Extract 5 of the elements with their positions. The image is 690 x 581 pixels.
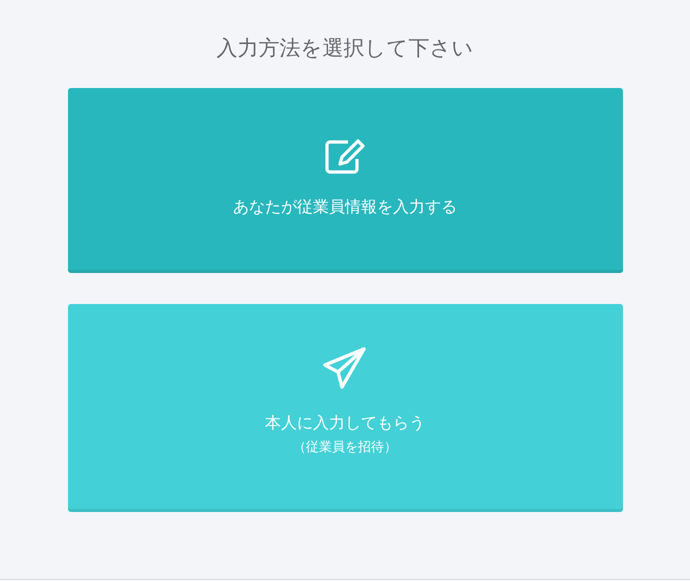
- page-heading: 入力方法を選択して下さい: [216, 35, 474, 62]
- pencil-square-icon: [324, 138, 366, 174]
- option-card[interactable]: あなたが従業員情報を入力する: [68, 88, 622, 273]
- paper-plane-icon: [323, 347, 367, 389]
- option-card[interactable]: 本人に入力してもらう （従業員を招待）: [68, 304, 622, 512]
